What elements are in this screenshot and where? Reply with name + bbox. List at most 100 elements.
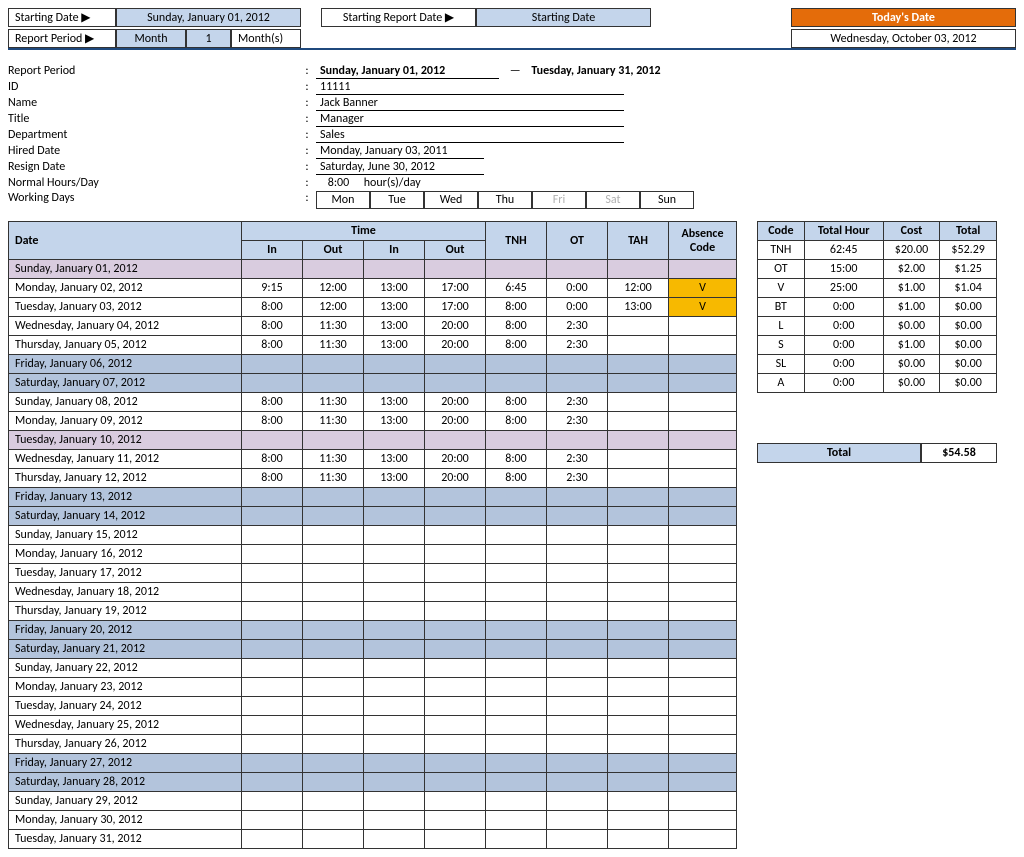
cell-out1[interactable] [303,374,364,393]
cell-out1[interactable] [303,716,364,735]
cell-out2[interactable] [425,260,486,279]
cell-out1[interactable]: 12:00 [303,279,364,298]
cell-in1[interactable]: 8:00 [242,469,303,488]
table-row[interactable]: Wednesday, January 18, 2012 [9,583,737,602]
cell-ot[interactable] [547,488,608,507]
cell-out2[interactable] [425,830,486,849]
cell-tnh[interactable] [486,583,547,602]
table-row[interactable]: Monday, January 16, 2012 [9,545,737,564]
cell-tnh[interactable] [486,431,547,450]
cell-abs[interactable] [669,602,737,621]
cell-in2[interactable] [364,811,425,830]
table-row[interactable]: Sunday, January 15, 2012 [9,526,737,545]
cell-tnh[interactable] [486,602,547,621]
cell-ot[interactable]: 2:30 [547,450,608,469]
cell-in2[interactable] [364,602,425,621]
cell-out1[interactable] [303,640,364,659]
cell-abs[interactable] [669,830,737,849]
cell-out1[interactable] [303,792,364,811]
cell-ot[interactable] [547,545,608,564]
cell-tah[interactable] [608,792,669,811]
cell-out2[interactable] [425,621,486,640]
cell-ot[interactable] [547,716,608,735]
cell-tnh[interactable]: 8:00 [486,412,547,431]
cell-out2[interactable] [425,545,486,564]
cell-out2[interactable] [425,811,486,830]
cell-in1[interactable]: 8:00 [242,298,303,317]
cell-abs[interactable] [669,545,737,564]
cell-out2[interactable] [425,431,486,450]
cell-tah[interactable] [608,602,669,621]
table-row[interactable]: Tuesday, January 10, 2012 [9,431,737,450]
cell-abs[interactable] [669,526,737,545]
cell-tnh[interactable] [486,621,547,640]
cell-ot[interactable] [547,811,608,830]
table-row[interactable]: Friday, January 20, 2012 [9,621,737,640]
cell-tnh[interactable]: 8:00 [486,469,547,488]
cell-in2[interactable]: 13:00 [364,336,425,355]
cell-abs[interactable]: V [669,298,737,317]
cell-tah[interactable] [608,260,669,279]
table-row[interactable]: Saturday, January 14, 2012 [9,507,737,526]
cell-tah[interactable] [608,412,669,431]
cell-in1[interactable] [242,583,303,602]
cell-in1[interactable] [242,545,303,564]
cell-out2[interactable]: 17:00 [425,298,486,317]
cell-out2[interactable] [425,374,486,393]
cell-tnh[interactable] [486,811,547,830]
cell-in1[interactable] [242,507,303,526]
cell-abs[interactable] [669,716,737,735]
cell-tah[interactable] [608,754,669,773]
cell-in2[interactable]: 13:00 [364,450,425,469]
cell-out1[interactable] [303,564,364,583]
cell-out1[interactable]: 12:00 [303,298,364,317]
cell-in2[interactable] [364,716,425,735]
cell-in1[interactable] [242,526,303,545]
cell-in2[interactable]: 13:00 [364,393,425,412]
cell-out2[interactable]: 20:00 [425,469,486,488]
cell-tnh[interactable] [486,640,547,659]
cell-out2[interactable]: 17:00 [425,279,486,298]
cell-in2[interactable] [364,659,425,678]
cell-tah[interactable] [608,507,669,526]
table-row[interactable]: Tuesday, January 31, 2012 [9,830,737,849]
table-row[interactable]: Wednesday, January 04, 20128:0011:3013:0… [9,317,737,336]
cell-out2[interactable] [425,659,486,678]
table-row[interactable]: Tuesday, January 24, 2012 [9,697,737,716]
cell-out2[interactable]: 20:00 [425,317,486,336]
cell-in2[interactable]: 13:00 [364,317,425,336]
table-row[interactable]: Tuesday, January 03, 20128:0012:0013:001… [9,298,737,317]
cell-tnh[interactable] [486,260,547,279]
cell-abs[interactable] [669,659,737,678]
cell-tnh[interactable] [486,545,547,564]
cell-out1[interactable] [303,773,364,792]
table-row[interactable]: Monday, January 02, 20129:1512:0013:0017… [9,279,737,298]
cell-ot[interactable] [547,374,608,393]
cell-abs[interactable] [669,621,737,640]
cell-in1[interactable] [242,830,303,849]
cell-tah[interactable] [608,488,669,507]
cell-out2[interactable] [425,716,486,735]
cell-tah[interactable]: 13:00 [608,298,669,317]
cell-out2[interactable]: 20:00 [425,450,486,469]
cell-in2[interactable]: 13:00 [364,469,425,488]
cell-out1[interactable] [303,621,364,640]
cell-out2[interactable] [425,697,486,716]
table-row[interactable]: Friday, January 06, 2012 [9,355,737,374]
cell-ot[interactable] [547,773,608,792]
cell-out2[interactable] [425,792,486,811]
cell-in2[interactable] [364,374,425,393]
cell-tah[interactable] [608,526,669,545]
cell-tnh[interactable] [486,735,547,754]
table-row[interactable]: Monday, January 09, 20128:0011:3013:0020… [9,412,737,431]
cell-in1[interactable] [242,431,303,450]
table-row[interactable]: Thursday, January 26, 2012 [9,735,737,754]
cell-in2[interactable]: 13:00 [364,279,425,298]
cell-abs[interactable] [669,412,737,431]
cell-out1[interactable]: 11:30 [303,393,364,412]
starting-report-date-value[interactable]: Starting Date [476,8,651,27]
cell-in1[interactable] [242,260,303,279]
cell-tah[interactable] [608,393,669,412]
cell-tah[interactable] [608,830,669,849]
cell-abs[interactable] [669,773,737,792]
